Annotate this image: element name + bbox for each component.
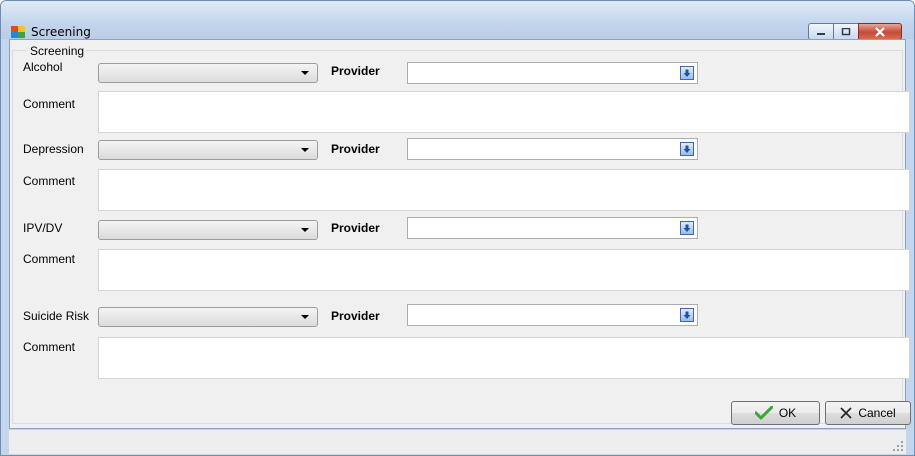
alcohol-comment-input[interactable] xyxy=(98,91,910,133)
alcohol-label: Alcohol xyxy=(23,60,63,74)
ok-button[interactable]: OK xyxy=(731,401,820,425)
suicide-risk-comment-input[interactable] xyxy=(98,337,910,379)
alcohol-provider-picker-button[interactable] xyxy=(680,66,694,80)
chevron-down-icon xyxy=(301,71,309,75)
alcohol-provider-label: Provider xyxy=(331,64,380,78)
ok-button-label: OK xyxy=(778,406,797,420)
minimize-icon xyxy=(817,32,825,35)
arrow-down-icon xyxy=(683,311,691,319)
depression-comment-label: Comment xyxy=(23,174,76,188)
arrow-down-icon xyxy=(683,145,691,153)
maximize-icon xyxy=(841,27,851,35)
depression-label: Depression xyxy=(23,142,84,156)
cancel-button-label: Cancel xyxy=(858,406,896,420)
depression-select[interactable] xyxy=(98,140,318,160)
x-icon xyxy=(840,407,852,419)
chevron-down-icon xyxy=(301,228,309,232)
form-body: Screening Alcohol Provider Comment Depre… xyxy=(9,39,911,429)
screening-window: Screening Screening Alcohol Provider Com… xyxy=(0,0,915,456)
ipv-dv-provider-picker-button[interactable] xyxy=(680,221,694,235)
alcohol-comment-label: Comment xyxy=(23,97,76,111)
caption-buttons xyxy=(808,23,902,40)
suicide-risk-provider-label: Provider xyxy=(331,309,380,323)
arrow-down-icon xyxy=(683,69,691,77)
close-button[interactable] xyxy=(858,23,902,40)
depression-provider-picker-button[interactable] xyxy=(680,142,694,156)
chevron-down-icon xyxy=(301,148,309,152)
suicide-risk-comment-label: Comment xyxy=(23,340,76,354)
ipv-dv-comment-input[interactable] xyxy=(98,249,910,291)
ipv-dv-label: IPV/DV xyxy=(23,221,63,235)
depression-provider-label: Provider xyxy=(331,142,380,156)
resize-grip-icon[interactable] xyxy=(892,440,904,452)
minimize-button[interactable] xyxy=(808,23,834,40)
close-icon xyxy=(875,26,885,37)
maximize-button[interactable] xyxy=(833,23,859,40)
suicide-risk-select[interactable] xyxy=(98,307,318,327)
status-bar xyxy=(9,429,906,454)
cancel-button[interactable]: Cancel xyxy=(825,401,911,425)
suicide-risk-provider-picker-button[interactable] xyxy=(680,308,694,322)
alcohol-provider-input[interactable] xyxy=(407,62,698,84)
window-title: Screening xyxy=(31,25,91,39)
ipv-dv-select[interactable] xyxy=(98,220,318,240)
chevron-down-icon xyxy=(301,315,309,319)
alcohol-select[interactable] xyxy=(98,63,318,83)
depression-comment-input[interactable] xyxy=(98,169,910,211)
ipv-dv-provider-label: Provider xyxy=(331,221,380,235)
ipv-dv-comment-label: Comment xyxy=(23,252,76,266)
depression-provider-input[interactable] xyxy=(407,138,698,160)
suicide-risk-provider-input[interactable] xyxy=(407,304,698,326)
arrow-down-icon xyxy=(683,224,691,232)
suicide-risk-label: Suicide Risk xyxy=(23,309,90,323)
check-icon xyxy=(754,406,773,420)
form-icon xyxy=(11,26,25,38)
group-label: Screening xyxy=(28,44,87,58)
ipv-dv-provider-input[interactable] xyxy=(407,217,698,239)
title-bar[interactable]: Screening xyxy=(1,1,914,40)
